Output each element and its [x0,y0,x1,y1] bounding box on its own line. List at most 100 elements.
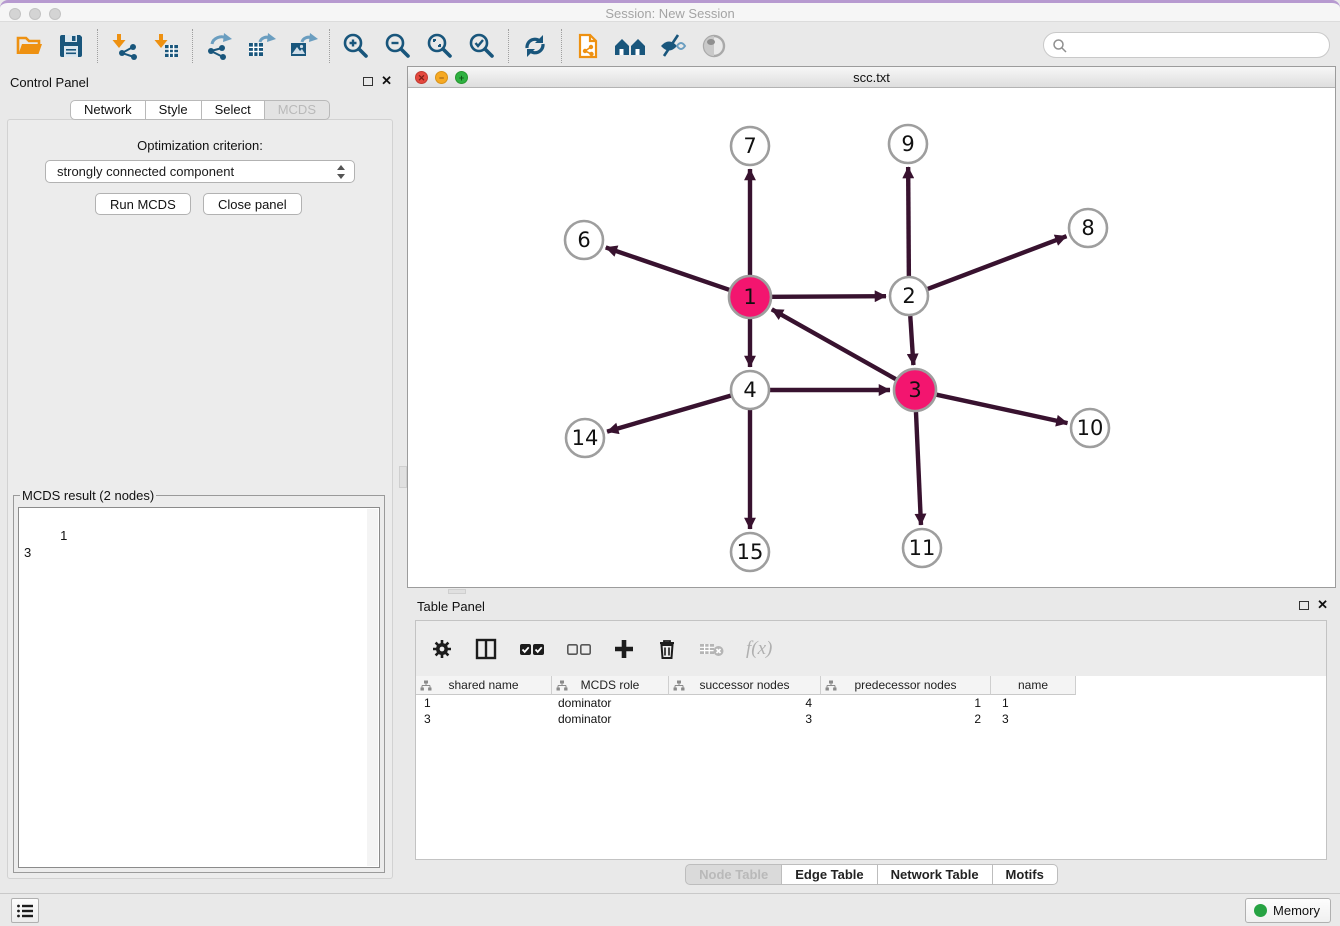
import-network-button[interactable] [103,29,145,63]
level-of-detail-button[interactable] [693,29,735,63]
table-settings-button[interactable] [431,638,453,660]
node-label: 7 [743,134,756,158]
edge-3-10[interactable] [936,395,1067,423]
home-button[interactable] [609,29,651,63]
tab-style[interactable]: Style [146,100,202,120]
cell-successor-nodes[interactable]: 4 [669,695,821,711]
vertical-splitter-handle[interactable] [399,466,407,488]
edge-2-9[interactable] [908,167,909,276]
close-table-panel-icon[interactable]: ✕ [1317,599,1328,611]
delete-table-button[interactable] [699,640,725,658]
zoom-in-button[interactable] [335,29,377,63]
tab-motifs[interactable]: Motifs [993,864,1058,885]
edge-2-3[interactable] [910,316,913,365]
float-panel-icon[interactable] [363,77,373,86]
cell-name[interactable]: 1 [991,695,1076,711]
column-type-icon [556,680,568,691]
column-header-successor-nodes[interactable]: successor nodes [669,676,821,695]
delete-column-button[interactable] [656,638,678,660]
node-label: 10 [1077,416,1104,440]
criterion-dropdown[interactable]: strongly connected component [45,160,355,183]
clone-network-button[interactable] [567,29,609,63]
save-session-button[interactable] [50,29,92,63]
graph-node-8[interactable]: 8 [1069,209,1107,247]
close-panel-button[interactable]: Close panel [203,193,302,215]
import-network-icon [109,31,139,61]
table-panel-body: f(x) shared nameMCDS rolesuccessor nodes… [415,620,1327,860]
graph-node-15[interactable]: 15 [731,533,769,571]
horizontal-splitter-handle[interactable] [448,589,466,594]
column-header-name[interactable]: name [991,676,1076,695]
column-header-predecessor-nodes[interactable]: predecessor nodes [821,676,991,695]
column-header-shared-name[interactable]: shared name [416,676,552,695]
hide-glasses-button[interactable] [651,29,693,63]
cell-mcds-role[interactable]: dominator [552,711,669,727]
graph-node-14[interactable]: 14 [566,419,604,457]
export-table-button[interactable] [240,29,282,63]
tab-select[interactable]: Select [202,100,265,120]
zoom-fit-button[interactable] [419,29,461,63]
cell-name[interactable]: 3 [991,711,1076,727]
graph-node-11[interactable]: 11 [903,529,941,567]
float-table-panel-icon[interactable] [1299,601,1309,610]
add-column-button[interactable] [613,638,635,660]
cell-mcds-role[interactable]: dominator [552,695,669,711]
graph-node-1[interactable]: 1 [729,276,771,318]
tab-network[interactable]: Network [70,100,146,120]
toggle-panes-button[interactable] [474,637,498,661]
edge-2-8[interactable] [928,236,1067,289]
graph-node-4[interactable]: 4 [731,371,769,409]
tab-network-table[interactable]: Network Table [878,864,993,885]
result-scrollbar[interactable] [367,509,378,866]
function-builder-button[interactable]: f(x) [746,638,772,660]
graph-node-10[interactable]: 10 [1071,409,1109,447]
table-row[interactable]: 1dominator411 [416,695,1326,711]
graph-node-9[interactable]: 9 [889,125,927,163]
import-table-button[interactable] [145,29,187,63]
column-header-mcds-role[interactable]: MCDS role [552,676,669,695]
detail-eye-icon [699,31,729,61]
network-graph[interactable]: 7 9 6 8 1 2 4 3 14 10 15 11 [408,88,1335,587]
run-mcds-button[interactable]: Run MCDS [95,193,191,215]
edge-3-11[interactable] [916,412,921,525]
zoom-selected-button[interactable] [461,29,503,63]
network-view-window: ✕ − + scc.txt 7968124314101511 [407,66,1336,588]
zoom-out-button[interactable] [377,29,419,63]
graph-node-2[interactable]: 2 [890,277,928,315]
gear-icon [431,638,453,660]
open-session-button[interactable] [8,29,50,63]
task-history-button[interactable] [11,898,39,923]
graph-node-6[interactable]: 6 [565,221,603,259]
eye-slash-icon [657,31,687,61]
node-label: 9 [901,132,914,156]
search-icon [1052,38,1068,54]
tab-node-table[interactable]: Node Table [685,864,782,885]
memory-button[interactable]: Memory [1245,898,1331,923]
mcds-result-group: MCDS result (2 nodes) 1 3 [13,488,385,873]
unselect-all-columns-button[interactable] [566,641,592,657]
edge-1-6[interactable] [606,247,729,289]
toolbar-separator [329,29,330,63]
cell-predecessor-nodes[interactable]: 2 [821,711,991,727]
network-canvas[interactable]: 7 9 6 8 1 2 4 3 14 10 15 11 [408,88,1335,587]
cell-shared-name[interactable]: 1 [416,695,552,711]
search-input[interactable] [1072,34,1322,56]
mcds-result-textarea[interactable]: 1 3 [18,507,380,868]
export-network-button[interactable] [198,29,240,63]
cell-shared-name[interactable]: 3 [416,711,552,727]
graph-node-3[interactable]: 3 [894,369,936,411]
tab-edge-table[interactable]: Edge Table [782,864,877,885]
cell-successor-nodes[interactable]: 3 [669,711,821,727]
close-panel-icon[interactable]: ✕ [381,75,392,87]
tab-mcds[interactable]: MCDS [265,100,330,120]
table-row[interactable]: 3dominator323 [416,711,1326,727]
export-image-button[interactable] [282,29,324,63]
select-all-columns-button[interactable] [519,641,545,657]
edge-3-1[interactable] [772,309,896,379]
mcds-result-text: 1 3 [24,528,67,560]
edge-4-14[interactable] [607,396,731,432]
cell-predecessor-nodes[interactable]: 1 [821,695,991,711]
edge-1-2[interactable] [772,296,886,297]
graph-node-7[interactable]: 7 [731,127,769,165]
refresh-view-button[interactable] [514,29,556,63]
